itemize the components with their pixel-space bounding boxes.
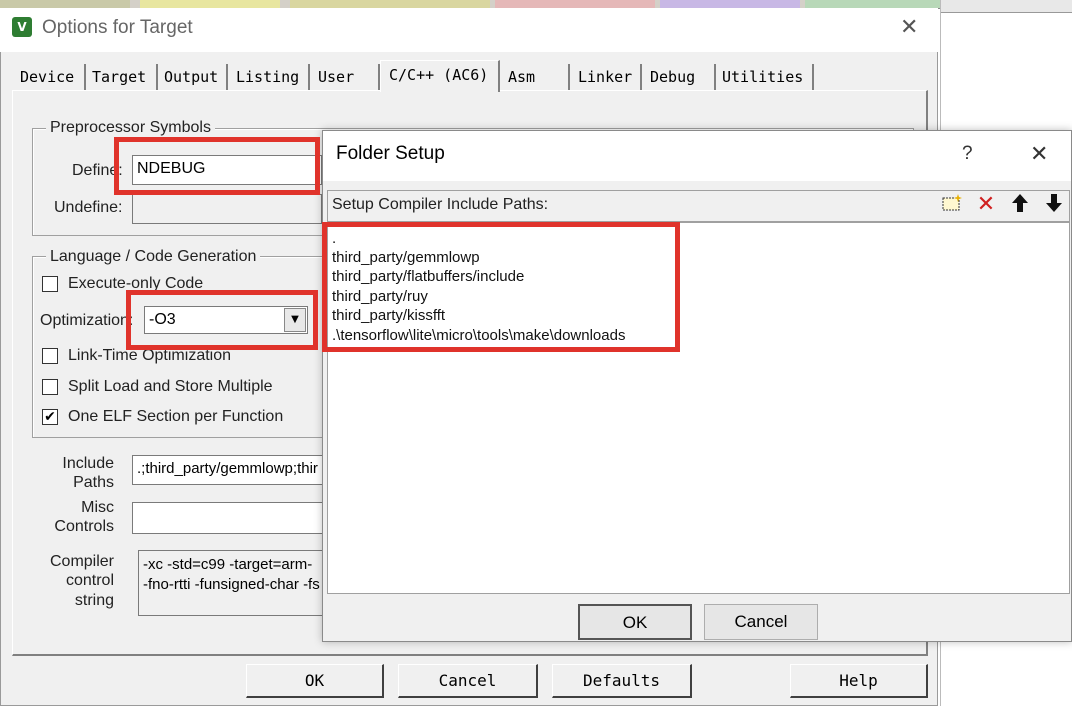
tab-debug[interactable]: Debug — [644, 64, 716, 90]
uvision-app-icon: V — [12, 17, 32, 37]
undefine-input[interactable] — [132, 194, 322, 224]
execute-only-label: Execute-only Code — [68, 275, 204, 292]
compiler-control-line2: -fno-rtti -funsigned-char -fs — [143, 576, 320, 593]
folder-setup-title: Folder Setup — [336, 143, 445, 164]
delete-icon[interactable]: ✕ — [972, 192, 1000, 218]
list-item[interactable]: third_party/kissfft — [332, 306, 445, 325]
tab-user[interactable]: User — [312, 64, 380, 90]
language-code-generation-label: Language / Code Generation — [46, 248, 261, 266]
compiler-control-label-line1: Compiler — [49, 553, 114, 570]
chevron-down-icon[interactable]: ▼ — [284, 308, 306, 332]
cancel-button[interactable]: Cancel — [398, 664, 538, 698]
tab-target[interactable]: Target — [86, 64, 158, 90]
tab-output[interactable]: Output — [158, 64, 228, 90]
execute-only-checkbox[interactable] — [42, 276, 58, 292]
ok-button[interactable]: OK — [246, 664, 384, 698]
defaults-button[interactable]: Defaults — [552, 664, 692, 698]
link-time-optimization-label: Link-Time Optimization — [68, 347, 232, 364]
help-icon[interactable]: ? — [962, 143, 973, 165]
close-icon[interactable]: ✕ — [1030, 141, 1048, 167]
close-icon[interactable]: ✕ — [900, 16, 918, 38]
tab-listing[interactable]: Listing — [230, 64, 310, 90]
new-folder-icon[interactable] — [938, 192, 966, 218]
one-elf-section-label: One ELF Section per Function — [68, 408, 284, 425]
split-load-store-checkbox[interactable] — [42, 379, 58, 395]
define-label: Define: — [72, 162, 123, 179]
misc-controls-label-line2: Controls — [54, 518, 114, 535]
link-time-optimization-checkbox[interactable] — [42, 348, 58, 364]
dialog-title: Options for Target — [42, 17, 193, 38]
folder-setup-cancel-button[interactable]: Cancel — [704, 604, 818, 640]
list-item[interactable]: third_party/ruy — [332, 287, 428, 306]
tab-linker[interactable]: Linker — [572, 64, 642, 90]
undefine-label: Undefine: — [54, 199, 123, 216]
list-item[interactable]: .\tensorflow\lite\micro\tools\make\downl… — [332, 326, 625, 345]
folder-setup-ok-button[interactable]: OK — [578, 604, 692, 640]
include-paths-label-line2: Paths — [73, 474, 114, 491]
compiler-control-label-line3: string — [74, 592, 114, 609]
one-elf-section-checkbox[interactable]: ✔ — [42, 409, 58, 425]
compiler-control-line1: -xc -std=c99 -target=arm- — [143, 556, 313, 573]
compiler-control-string-field: -xc -std=c99 -target=arm- -fno-rtti -fun… — [138, 550, 324, 616]
help-button[interactable]: Help — [790, 664, 928, 698]
optimization-label: Optimization: — [40, 312, 134, 329]
list-item[interactable]: third_party/flatbuffers/include — [332, 267, 524, 286]
list-item[interactable]: . — [332, 229, 336, 248]
move-down-icon[interactable] — [1040, 192, 1068, 218]
tab-asm[interactable]: Asm — [502, 64, 570, 90]
misc-controls-input[interactable] — [132, 502, 324, 534]
compiler-control-label-line2: control — [65, 572, 114, 589]
split-load-store-label: Split Load and Store Multiple — [68, 378, 273, 395]
tab-c-cpp-ac6[interactable]: C/C++ (AC6) — [380, 60, 500, 92]
move-up-icon[interactable] — [1006, 192, 1034, 218]
define-input[interactable]: NDEBUG — [132, 155, 322, 185]
tab-device[interactable]: Device — [14, 64, 86, 90]
include-paths-input[interactable]: .;third_party/gemmlowp;thir — [132, 455, 324, 485]
include-paths-header-label: Setup Compiler Include Paths: — [332, 196, 549, 213]
include-paths-label-line1: Include — [62, 455, 114, 472]
list-item[interactable]: third_party/gemmlowp — [332, 248, 480, 267]
misc-controls-label-line1: Misc — [81, 499, 114, 516]
preprocessor-symbols-label: Preprocessor Symbols — [46, 119, 215, 137]
tab-utilities[interactable]: Utilities — [716, 64, 814, 90]
